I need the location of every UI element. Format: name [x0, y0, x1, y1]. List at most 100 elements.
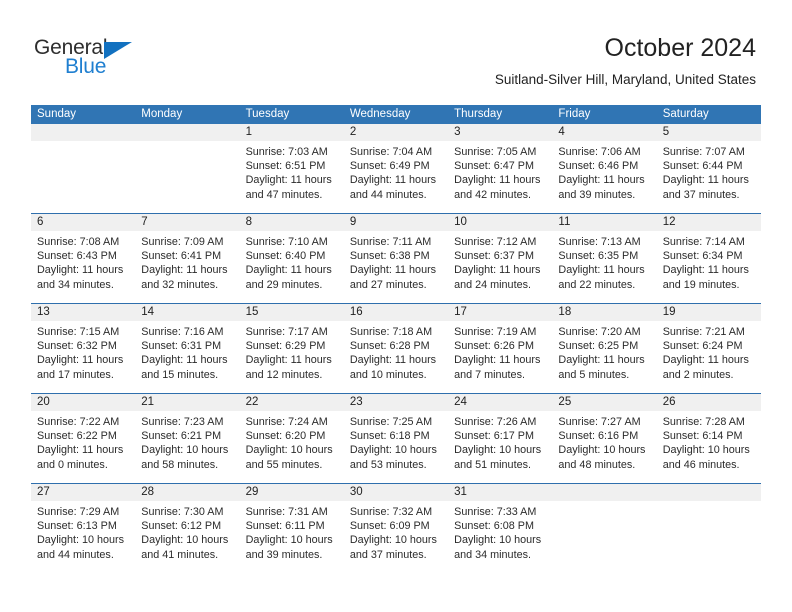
- calendar-day-cell[interactable]: 21 Sunrise: 7:23 AM Sunset: 6:21 PM Dayligh…: [135, 394, 240, 483]
- calendar-day-cell[interactable]: 25 Sunrise: 7:27 AM Sunset: 6:16 PM Dayligh…: [552, 394, 657, 483]
- calendar-day-cell[interactable]: 4 Sunrise: 7:06 AM Sunset: 6:46 PM Daylight…: [552, 124, 657, 213]
- day-detail-line: Sunset: 6:12 PM: [141, 520, 222, 533]
- day-details: Sunrise: 7:03 AM Sunset: 6:51 PM Daylight:…: [240, 141, 344, 202]
- day-detail-line: Daylight: 10 hours: [558, 444, 646, 457]
- day-detail-line: Sunrise: 7:19 AM: [454, 326, 537, 338]
- day-detail-line: Sunrise: 7:24 AM: [245, 416, 328, 428]
- day-detail-line: Sunset: 6:35 PM: [558, 250, 639, 263]
- day-detail-line: Sunrise: 7:32 AM: [349, 506, 433, 518]
- day-details: Sunrise: 7:13 AM Sunset: 6:35 PM Daylight:…: [552, 231, 656, 292]
- calendar-day-cell[interactable]: 31 Sunrise: 7:33 AM Sunset: 6:08 PM Dayligh…: [448, 484, 553, 573]
- day-detail-line: Sunset: 6:49 PM: [349, 160, 430, 173]
- day-number: 12: [656, 214, 761, 231]
- day-number: 28: [135, 484, 240, 501]
- weekday-header-tuesday: Tuesday: [245, 108, 290, 120]
- day-detail-line: Sunset: 6:13 PM: [37, 520, 117, 533]
- page-subtitle: Suitland-Silver Hill, Maryland, United S…: [494, 72, 756, 87]
- day-number: 20: [31, 394, 136, 411]
- calendar-day-cell[interactable]: 2 Sunrise: 7:04 AM Sunset: 6:49 PM Daylight…: [343, 124, 449, 213]
- calendar-day-cell[interactable]: 15 Sunrise: 7:17 AM Sunset: 6:29 PM Dayligh…: [239, 304, 344, 393]
- day-details: Sunrise: 7:26 AM Sunset: 6:17 PM Daylight:…: [448, 411, 552, 472]
- day-details: Sunrise: 7:14 AM Sunset: 6:34 PM Daylight:…: [657, 231, 761, 292]
- calendar-day-cell[interactable]: 18 Sunrise: 7:20 AM Sunset: 6:25 PM Dayligh…: [552, 304, 657, 393]
- day-detail-line: and 53 minutes.: [349, 458, 427, 471]
- calendar-day-cell[interactable]: 9 Sunrise: 7:11 AM Sunset: 6:38 PM Daylight…: [343, 214, 449, 303]
- day-detail-line: and 15 minutes.: [141, 368, 219, 381]
- day-detail-line: and 39 minutes.: [558, 188, 636, 201]
- day-number: 21: [135, 394, 240, 411]
- day-detail-line: Sunset: 6:17 PM: [454, 430, 534, 443]
- calendar-page: General Blue October 2024 Suitland-Silve…: [0, 0, 792, 612]
- day-number: 3: [448, 124, 553, 141]
- day-details: Sunrise: 7:19 AM Sunset: 6:26 PM Daylight:…: [448, 321, 552, 382]
- day-detail-line: and 17 minutes.: [37, 368, 114, 381]
- day-detail-line: and 44 minutes.: [37, 548, 114, 561]
- weekday-header-friday: Friday: [558, 108, 591, 120]
- day-details: [657, 501, 761, 505]
- day-detail-line: Sunset: 6:08 PM: [454, 520, 534, 533]
- calendar-day-cell-empty[interactable]: [135, 124, 240, 213]
- day-detail-line: and 19 minutes.: [662, 278, 740, 291]
- calendar-day-cell[interactable]: 20 Sunrise: 7:22 AM Sunset: 6:22 PM Dayligh…: [31, 394, 136, 483]
- calendar-day-cell-empty[interactable]: [552, 484, 657, 573]
- day-detail-line: and 39 minutes.: [245, 548, 323, 561]
- day-detail-line: Sunrise: 7:13 AM: [558, 236, 641, 248]
- calendar-day-cell[interactable]: 22 Sunrise: 7:24 AM Sunset: 6:20 PM Dayligh…: [239, 394, 344, 483]
- day-detail-line: Daylight: 11 hours: [37, 354, 124, 367]
- calendar-day-cell[interactable]: 13 Sunrise: 7:15 AM Sunset: 6:32 PM Dayligh…: [31, 304, 136, 393]
- day-detail-line: and 58 minutes.: [141, 458, 219, 471]
- day-number: 4: [552, 124, 657, 141]
- day-number: 23: [343, 394, 449, 411]
- calendar-day-cell[interactable]: 3 Sunrise: 7:05 AM Sunset: 6:47 PM Daylight…: [448, 124, 553, 213]
- day-detail-line: and 47 minutes.: [245, 188, 323, 201]
- day-detail-line: Sunset: 6:21 PM: [141, 430, 222, 443]
- day-detail-line: Sunrise: 7:08 AM: [37, 236, 120, 248]
- calendar-day-cell[interactable]: 12 Sunrise: 7:14 AM Sunset: 6:34 PM Dayligh…: [656, 214, 761, 303]
- weekday-header-row: Sunday Monday Tuesday Wednesday Thursday Frid…: [31, 105, 761, 124]
- calendar-day-cell[interactable]: 30 Sunrise: 7:32 AM Sunset: 6:09 PM Dayligh…: [343, 484, 449, 573]
- calendar-week-row: 20 Sunrise: 7:22 AM Sunset: 6:22 PM Dayligh…: [31, 393, 761, 483]
- day-detail-line: Sunrise: 7:21 AM: [662, 326, 745, 338]
- day-details: Sunrise: 7:25 AM Sunset: 6:18 PM Daylight:…: [344, 411, 448, 472]
- calendar-day-cell[interactable]: 29 Sunrise: 7:31 AM Sunset: 6:11 PM Dayligh…: [239, 484, 344, 573]
- calendar-day-cell[interactable]: 1 Sunrise: 7:03 AM Sunset: 6:51 PM Daylight…: [239, 124, 344, 213]
- day-detail-line: Daylight: 11 hours: [662, 264, 749, 277]
- day-number: [31, 124, 136, 141]
- calendar-day-cell[interactable]: 19 Sunrise: 7:21 AM Sunset: 6:24 PM Dayligh…: [656, 304, 761, 393]
- day-detail-line: Sunrise: 7:04 AM: [349, 146, 433, 158]
- day-details: Sunrise: 7:20 AM Sunset: 6:25 PM Daylight:…: [552, 321, 656, 382]
- calendar-day-cell[interactable]: 7 Sunrise: 7:09 AM Sunset: 6:41 PM Daylight…: [135, 214, 240, 303]
- day-details: Sunrise: 7:31 AM Sunset: 6:11 PM Daylight:…: [240, 501, 344, 562]
- day-details: Sunrise: 7:27 AM Sunset: 6:16 PM Daylight:…: [552, 411, 656, 472]
- calendar-day-cell[interactable]: 16 Sunrise: 7:18 AM Sunset: 6:28 PM Dayligh…: [343, 304, 449, 393]
- calendar-grid: Sunday Monday Tuesday Wednesday Thursday Frid…: [31, 105, 761, 573]
- calendar-day-cell[interactable]: 8 Sunrise: 7:10 AM Sunset: 6:40 PM Daylight…: [239, 214, 344, 303]
- day-detail-line: and 10 minutes.: [349, 368, 427, 381]
- day-detail-line: Sunset: 6:22 PM: [37, 430, 117, 443]
- calendar-week-row: 1 Sunrise: 7:03 AM Sunset: 6:51 PM Daylight…: [31, 124, 761, 213]
- day-detail-line: Sunset: 6:28 PM: [349, 340, 430, 353]
- day-details: Sunrise: 7:12 AM Sunset: 6:37 PM Daylight:…: [448, 231, 552, 292]
- day-detail-line: Sunset: 6:40 PM: [245, 250, 326, 263]
- weekday-header-sunday: Sunday: [37, 108, 77, 120]
- calendar-day-cell[interactable]: 27 Sunrise: 7:29 AM Sunset: 6:13 PM Dayligh…: [31, 484, 136, 573]
- calendar-day-cell[interactable]: 28 Sunrise: 7:30 AM Sunset: 6:12 PM Dayligh…: [135, 484, 240, 573]
- calendar-day-cell[interactable]: 17 Sunrise: 7:19 AM Sunset: 6:26 PM Dayligh…: [448, 304, 553, 393]
- calendar-day-cell[interactable]: 23 Sunrise: 7:25 AM Sunset: 6:18 PM Dayligh…: [343, 394, 449, 483]
- calendar-day-cell-empty[interactable]: [31, 124, 136, 213]
- calendar-day-cell[interactable]: 24 Sunrise: 7:26 AM Sunset: 6:17 PM Dayligh…: [448, 394, 553, 483]
- calendar-day-cell-empty[interactable]: [656, 484, 761, 573]
- day-detail-line: Daylight: 11 hours: [245, 174, 332, 187]
- weekday-header-saturday: Saturday: [662, 108, 709, 120]
- calendar-day-cell[interactable]: 5 Sunrise: 7:07 AM Sunset: 6:44 PM Daylight…: [656, 124, 761, 213]
- calendar-day-cell[interactable]: 11 Sunrise: 7:13 AM Sunset: 6:35 PM Dayligh…: [552, 214, 657, 303]
- day-detail-line: and 2 minutes.: [662, 368, 734, 381]
- day-detail-line: Sunset: 6:43 PM: [37, 250, 117, 263]
- calendar-day-cell[interactable]: 26 Sunrise: 7:28 AM Sunset: 6:14 PM Dayligh…: [656, 394, 761, 483]
- calendar-day-cell[interactable]: 14 Sunrise: 7:16 AM Sunset: 6:31 PM Dayligh…: [135, 304, 240, 393]
- calendar-day-cell[interactable]: 10 Sunrise: 7:12 AM Sunset: 6:37 PM Dayligh…: [448, 214, 553, 303]
- day-details: Sunrise: 7:23 AM Sunset: 6:21 PM Daylight:…: [135, 411, 239, 472]
- calendar-day-cell[interactable]: 6 Sunrise: 7:08 AM Sunset: 6:43 PM Daylight…: [31, 214, 136, 303]
- logo-text-blue: Blue: [65, 55, 107, 78]
- day-detail-line: Sunrise: 7:25 AM: [349, 416, 433, 428]
